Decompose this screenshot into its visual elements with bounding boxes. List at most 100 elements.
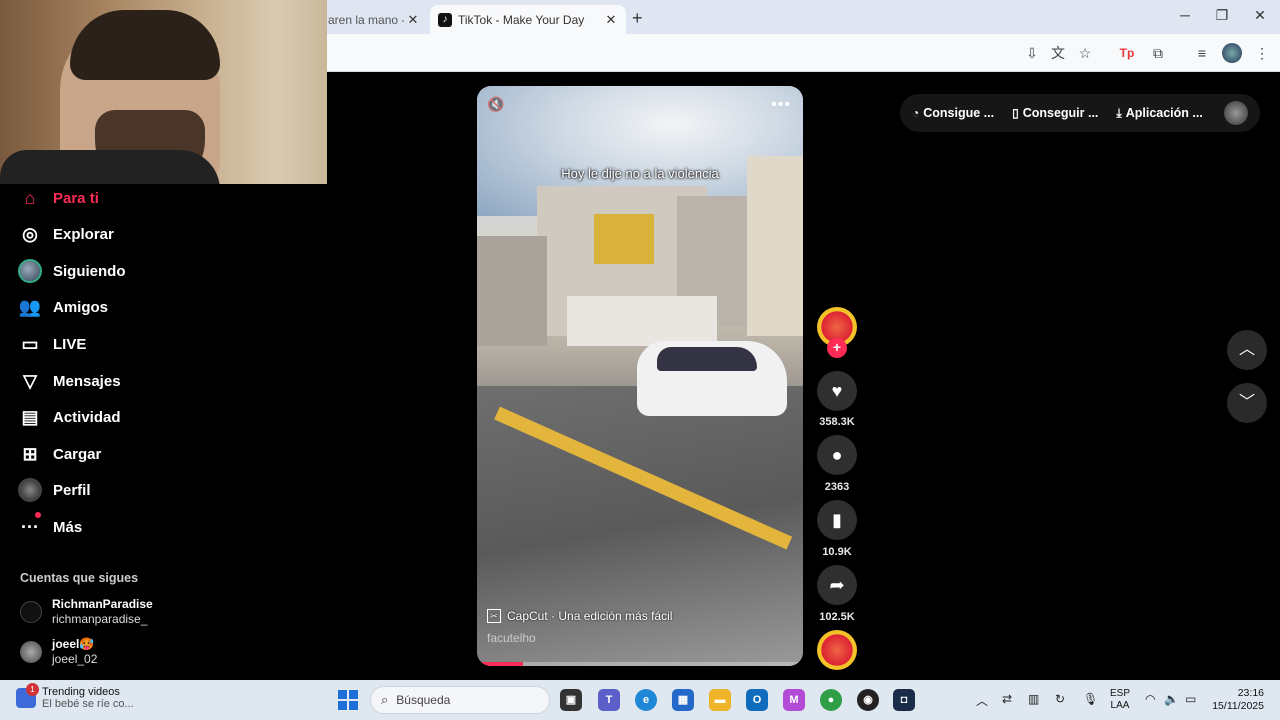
following-avatar-icon xyxy=(18,259,42,283)
sidebar-item-label: Amigos xyxy=(53,298,109,316)
more-dots-icon: ··· xyxy=(18,512,42,539)
following-account-row[interactable]: joeel🥵 joeel_02 xyxy=(20,637,97,667)
translate-icon[interactable]: 文 xyxy=(1048,43,1068,63)
sidebar-item-live[interactable]: ▭ LIVE xyxy=(18,331,86,357)
tab-close-icon[interactable]: ✕ xyxy=(404,12,422,28)
sidebar-item-label: Más xyxy=(53,518,83,536)
wifi-icon[interactable]: ◠ xyxy=(1145,692,1155,706)
share-button[interactable]: ➦ xyxy=(817,565,857,605)
save-button[interactable]: ▮ xyxy=(817,500,857,540)
video-caption: Hoy le dije no a la violencia xyxy=(561,166,719,181)
sidebar-item-siguiendo[interactable]: Siguiendo xyxy=(18,258,126,284)
more-options-icon[interactable]: ••• xyxy=(771,96,791,114)
sidebar-item-amigos[interactable]: 👥 Amigos xyxy=(18,294,108,320)
like-button[interactable]: ♥ xyxy=(817,371,857,411)
tab-active-tiktok[interactable]: ♪ TikTok - Make Your Day ✕ xyxy=(430,5,626,34)
comment-count: 2363 xyxy=(824,481,850,493)
install-app-icon[interactable]: ⇩ xyxy=(1022,43,1042,63)
obs-icon[interactable]: ◉ xyxy=(857,689,879,711)
file-explorer-icon[interactable]: ▬ xyxy=(709,689,731,711)
previous-video-button[interactable]: ︿ xyxy=(1227,330,1267,370)
app-icon[interactable]: ◘ xyxy=(893,689,915,711)
windows-taskbar: 1 Trending videos El bebé se ríe co... ⌕… xyxy=(0,680,1280,720)
capcut-icon: ✂ xyxy=(487,609,501,623)
phone-icon: ▯ xyxy=(1012,106,1019,120)
media-control-icon[interactable]: ≡ xyxy=(1192,43,1212,63)
tab-title: TikTok - Make Your Day xyxy=(458,12,585,27)
video-progress-bar[interactable] xyxy=(477,662,803,666)
sidebar-item-para-ti[interactable]: ⌂ Para ti xyxy=(18,185,99,211)
restore-button[interactable]: ❐ xyxy=(1212,7,1232,24)
sidebar-item-perfil[interactable]: Perfil xyxy=(18,477,91,503)
sidebar-item-label: Actividad xyxy=(53,408,121,426)
microphone-icon[interactable]: 🎙 xyxy=(1083,692,1098,706)
share-count: 102.5K xyxy=(819,611,855,623)
sidebar-item-actividad[interactable]: ▤ Actividad xyxy=(18,404,121,430)
edge-icon[interactable]: e xyxy=(635,689,657,711)
search-placeholder: Búsqueda xyxy=(396,693,451,707)
user-avatar[interactable] xyxy=(1224,101,1248,125)
menu-kebab-icon[interactable]: ⋮ xyxy=(1252,43,1272,63)
coin-icon: ◔ xyxy=(912,106,920,120)
comment-button[interactable]: ● xyxy=(817,435,857,475)
capcut-text: CapCut · Una edición más fácil xyxy=(507,609,673,623)
following-account-row[interactable]: RichmanParadise richmanparadise_ xyxy=(20,597,153,627)
save-count: 10.9K xyxy=(822,546,852,558)
follow-plus-button[interactable]: + xyxy=(827,338,847,358)
mute-icon[interactable]: 🔇 xyxy=(487,96,504,113)
sidebar-item-label: Mensajes xyxy=(53,372,121,390)
chrome-icon[interactable]: ● xyxy=(820,689,842,711)
profile-avatar-icon[interactable] xyxy=(1222,43,1242,63)
clock-time: 23:16 xyxy=(1237,687,1264,699)
share-arrow-icon: ➦ xyxy=(829,575,845,595)
bookmark-icon: ▮ xyxy=(832,510,842,530)
volume-icon[interactable]: 🔈 xyxy=(1164,692,1179,706)
teams-icon[interactable]: T xyxy=(598,689,620,711)
bookmark-star-icon[interactable]: ☆ xyxy=(1075,43,1095,63)
show-hidden-icons[interactable]: ︿ xyxy=(976,692,988,709)
upload-icon: ⊞ xyxy=(22,444,38,464)
video-author[interactable]: facutelho xyxy=(487,631,536,645)
start-button[interactable] xyxy=(338,690,358,710)
tab-inactive[interactable]: aren la mano - Y ✕ xyxy=(328,5,428,34)
m365-icon[interactable]: M xyxy=(783,689,805,711)
account-avatar xyxy=(20,601,42,623)
extension-tp-icon[interactable]: Tp xyxy=(1117,43,1137,63)
news-widget[interactable]: 1 Trending videos El bebé se ríe co... xyxy=(16,683,134,710)
battery-icon[interactable]: ▭ xyxy=(1185,692,1196,706)
store-icon[interactable]: ▦ xyxy=(672,689,694,711)
close-window-button[interactable]: ✕ xyxy=(1250,7,1270,24)
new-tab-button[interactable]: + xyxy=(632,8,643,29)
sidebar-item-mensajes[interactable]: ▽ Mensajes xyxy=(18,368,121,394)
chevron-up-icon: ︿ xyxy=(1238,341,1255,358)
clock[interactable]: 23:16 15/11/2025 xyxy=(1208,687,1264,713)
tray-app-icon[interactable]: ⇄ xyxy=(1002,692,1012,706)
video-player[interactable]: Hoy le dije no a la violencia 🔇 ••• ✂ Ca… xyxy=(477,86,803,666)
tray-chart-icon[interactable]: ▥ xyxy=(1028,692,1039,706)
capcut-label[interactable]: ✂ CapCut · Una edición más fácil xyxy=(487,609,672,623)
account-handle: joeel_02 xyxy=(52,652,98,666)
following-accounts-title: Cuentas que sigues xyxy=(20,571,139,585)
outlook-icon[interactable]: O xyxy=(746,689,768,711)
task-view-icon[interactable]: ▣ xyxy=(560,689,582,711)
next-video-button[interactable]: ﹀ xyxy=(1227,383,1267,423)
get-app-button[interactable]: ▯ Conseguir ... xyxy=(1012,106,1098,120)
taskbar-search[interactable]: ⌕ Búsqueda xyxy=(370,686,550,714)
download-icon: ⤓ xyxy=(1116,105,1122,120)
extensions-puzzle-icon[interactable]: ⧉ xyxy=(1148,43,1168,63)
messages-icon: ▽ xyxy=(23,371,37,391)
minimize-button[interactable]: ─ xyxy=(1175,7,1195,23)
download-app-button[interactable]: ⤓ Aplicación ... xyxy=(1116,106,1202,121)
tab-close-icon[interactable]: ✕ xyxy=(602,12,620,28)
sidebar-item-mas[interactable]: ··· Más xyxy=(18,512,83,540)
language-indicator[interactable]: ESP LAA xyxy=(1110,688,1130,712)
heart-icon: ♥ xyxy=(831,381,843,401)
sidebar-item-cargar[interactable]: ⊞ Cargar xyxy=(18,441,101,467)
music-disc-avatar[interactable] xyxy=(817,630,857,670)
account-name: joeel🥵 xyxy=(52,637,95,651)
sidebar-item-explorar[interactable]: ◎ Explorar xyxy=(18,221,114,247)
get-coins-button[interactable]: ◔ Consigue ... xyxy=(912,106,994,120)
sync-icon[interactable]: ↻ xyxy=(1055,692,1065,706)
home-icon: ⌂ xyxy=(24,188,36,208)
account-avatar xyxy=(20,641,42,663)
